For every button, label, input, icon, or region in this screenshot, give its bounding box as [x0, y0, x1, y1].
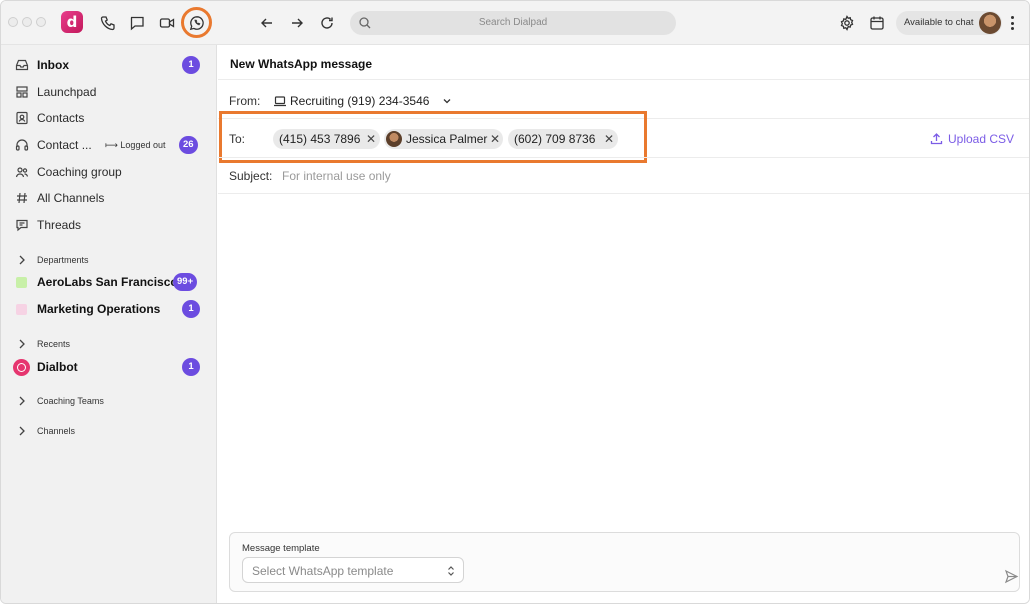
sidebar-item-label: All Channels [37, 191, 105, 205]
dialpad-logo[interactable]: d [61, 11, 83, 33]
search-bar[interactable]: Search Dialpad [350, 11, 676, 35]
phone-icon[interactable] [98, 13, 118, 33]
coaching-teams-section-header[interactable]: Coaching Teams [1, 391, 217, 411]
sidebar-item-label: Marketing Operations [37, 302, 161, 316]
recents-section-header[interactable]: Recents [1, 334, 217, 354]
updown-chevron-icon [447, 565, 455, 577]
calendar-icon[interactable] [867, 13, 887, 33]
sidebar-item-coaching-group[interactable]: Coaching group [1, 159, 217, 185]
send-icon[interactable] [1004, 569, 1019, 584]
inbox-icon [15, 58, 29, 72]
refresh-icon[interactable] [317, 13, 337, 33]
sidebar-item-label: Coaching group [37, 165, 122, 179]
chevron-down-icon[interactable] [442, 95, 452, 105]
from-line-select[interactable]: Recruiting (919) 234-3546 [290, 94, 429, 108]
more-options-icon[interactable] [1008, 13, 1016, 33]
upload-csv-label: Upload CSV [948, 132, 1015, 146]
back-icon[interactable] [257, 13, 277, 33]
chevron-right-icon [17, 338, 27, 350]
laptop-icon [273, 94, 287, 108]
launchpad-icon [15, 85, 29, 99]
sidebar-item-marketing-operations[interactable]: Marketing Operations 1 [1, 296, 217, 322]
sidebar: Inbox 1 Launchpad Contacts Contact ... ⟼… [1, 45, 217, 603]
subject-input[interactable]: For internal use only [282, 169, 391, 183]
section-label: Recents [37, 339, 71, 349]
sidebar-item-label: Dialbot [37, 360, 78, 374]
availability-status-label: Available to chat [904, 17, 974, 28]
divider [218, 193, 1029, 194]
video-icon[interactable] [157, 13, 177, 33]
top-bar: d Search Dialpad Available to chat [1, 1, 1029, 45]
recipients-highlight-box [219, 111, 647, 163]
template-label: Message template [242, 543, 320, 554]
section-label: Channels [37, 426, 76, 436]
sidebar-item-label: Inbox [37, 58, 69, 72]
chevron-right-icon [17, 395, 27, 407]
section-label: Coaching Teams [37, 396, 104, 406]
unread-badge: 1 [182, 358, 200, 376]
sidebar-item-label: Contacts [37, 111, 85, 125]
sidebar-item-dialbot[interactable]: Dialbot 1 [1, 354, 217, 380]
sidebar-item-launchpad[interactable]: Launchpad [1, 79, 217, 105]
logout-icon: ⟼ [105, 140, 118, 150]
sidebar-item-all-channels[interactable]: All Channels [1, 185, 217, 211]
unread-badge: 99+ [173, 273, 198, 291]
headset-icon [15, 138, 29, 152]
subject-label: Subject: [229, 169, 273, 183]
group-icon [15, 165, 29, 179]
sidebar-item-contacts[interactable]: Contacts [1, 105, 217, 131]
page-title: New WhatsApp message [230, 57, 373, 71]
sidebar-item-label: Contact ... [37, 138, 92, 152]
dialbot-icon [13, 359, 30, 376]
departments-section-header[interactable]: Departments [1, 250, 217, 270]
user-avatar[interactable] [979, 12, 1001, 34]
department-color-swatch [16, 277, 27, 288]
template-select[interactable]: Select WhatsApp template [242, 557, 464, 583]
sidebar-item-aerolabs[interactable]: AeroLabs San Francisco ... 99+ [1, 269, 217, 295]
unread-badge: 1 [182, 56, 200, 74]
sidebar-item-label: Threads [37, 218, 82, 232]
channels-section-header[interactable]: Channels [1, 421, 217, 441]
section-label: Departments [37, 255, 89, 265]
unread-badge: 26 [179, 136, 198, 154]
template-select-placeholder: Select WhatsApp template [252, 564, 394, 578]
forward-icon[interactable] [287, 13, 307, 33]
department-color-swatch [16, 304, 27, 315]
sidebar-item-contact-center[interactable]: Contact ... ⟼ Logged out 26 [1, 132, 217, 158]
window-zoom-control[interactable] [36, 17, 46, 27]
contacts-icon [15, 111, 29, 125]
window-minimize-control[interactable] [22, 17, 32, 27]
message-composer: Message template Select WhatsApp templat… [229, 532, 1020, 592]
settings-icon[interactable] [837, 13, 857, 33]
unread-badge: 1 [182, 300, 200, 318]
window-close-control[interactable] [8, 17, 18, 27]
compose-panel: New WhatsApp message From: Recruiting (9… [218, 45, 1029, 603]
logged-out-status: ⟼ Logged out [105, 140, 165, 151]
sidebar-item-threads[interactable]: Threads [1, 212, 217, 238]
sidebar-item-label: AeroLabs San Francisco ... [37, 275, 192, 289]
app-window: d Search Dialpad Available to chat Inbox… [0, 0, 1030, 604]
hash-icon [15, 191, 29, 205]
chevron-right-icon [17, 254, 27, 266]
sidebar-item-label: Launchpad [37, 85, 97, 99]
from-label: From: [229, 94, 261, 108]
sidebar-item-inbox[interactable]: Inbox 1 [1, 52, 217, 78]
chat-icon[interactable] [127, 13, 147, 33]
logged-out-label: Logged out [120, 140, 166, 150]
chevron-right-icon [17, 425, 27, 437]
search-placeholder: Search Dialpad [478, 17, 548, 28]
whatsapp-highlight-ring [181, 7, 212, 38]
upload-icon [930, 132, 943, 145]
threads-icon [15, 218, 29, 232]
